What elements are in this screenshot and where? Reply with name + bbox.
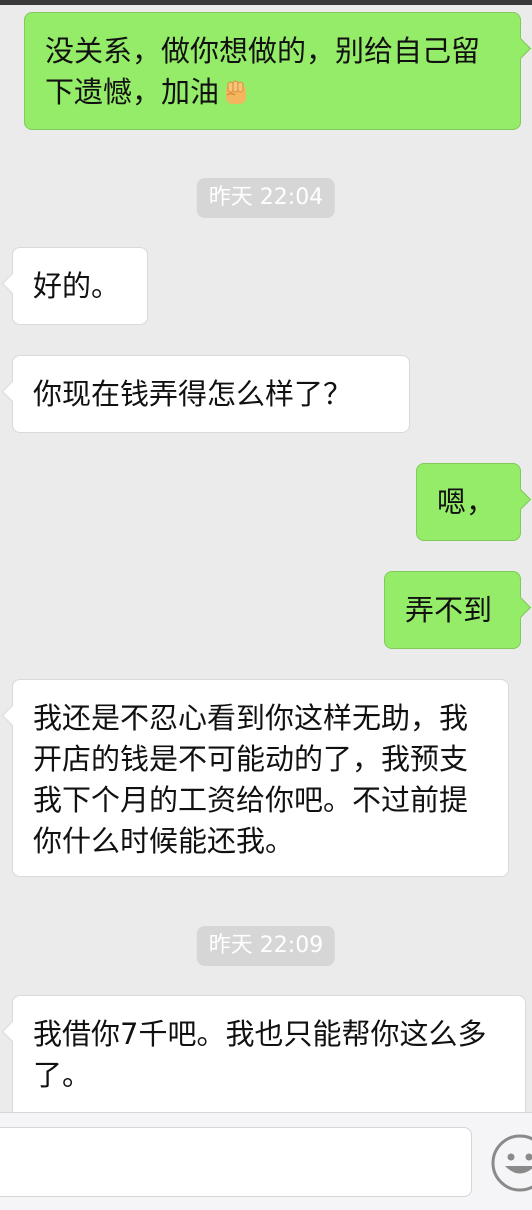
message-text: 你现在钱弄得怎么样了？ xyxy=(33,377,353,411)
chat-message-list[interactable]: 没关系，做你想做的，别给自己留下遗憾，加油 昨天 22:04 好的。 你现在钱弄… xyxy=(0,0,532,1112)
message-text: 我还是不忍心看到你这样无助，我开店的钱是不可能动的了，我预支我下个月的工资给你吧… xyxy=(33,701,469,858)
message-text: 没关系，做你想做的，别给自己留下遗憾，加油 xyxy=(45,34,481,109)
message-bubble-outgoing[interactable]: 弄不到 xyxy=(384,571,521,649)
input-bar xyxy=(0,1112,532,1210)
message-bubble-incoming[interactable]: 我还是不忍心看到你这样无助，我开店的钱是不可能动的了，我预支我下个月的工资给你吧… xyxy=(12,679,509,877)
message-text: 嗯， xyxy=(437,485,496,519)
message-text: 我借你7千吧。我也只能帮你这么多了。 xyxy=(33,1017,487,1092)
message-text: 好的。 xyxy=(33,269,121,303)
message-bubble-outgoing[interactable]: 没关系，做你想做的，别给自己留下遗憾，加油 xyxy=(24,12,521,130)
timestamp: 昨天 22:09 xyxy=(196,926,336,966)
message-bubble-outgoing[interactable]: 嗯， xyxy=(416,463,521,541)
message-bubble-incoming[interactable]: 你现在钱弄得怎么样了？ xyxy=(12,355,410,433)
fist-icon xyxy=(226,80,247,104)
message-text: 弄不到 xyxy=(405,593,493,627)
message-bubble-incoming[interactable]: 好的。 xyxy=(12,247,148,325)
timestamp: 昨天 22:04 xyxy=(196,178,336,218)
smiley-icon[interactable] xyxy=(490,1133,532,1193)
message-input[interactable] xyxy=(0,1127,472,1197)
message-bubble-incoming[interactable]: 我借你7千吧。我也只能帮你这么多了。 xyxy=(12,995,526,1112)
